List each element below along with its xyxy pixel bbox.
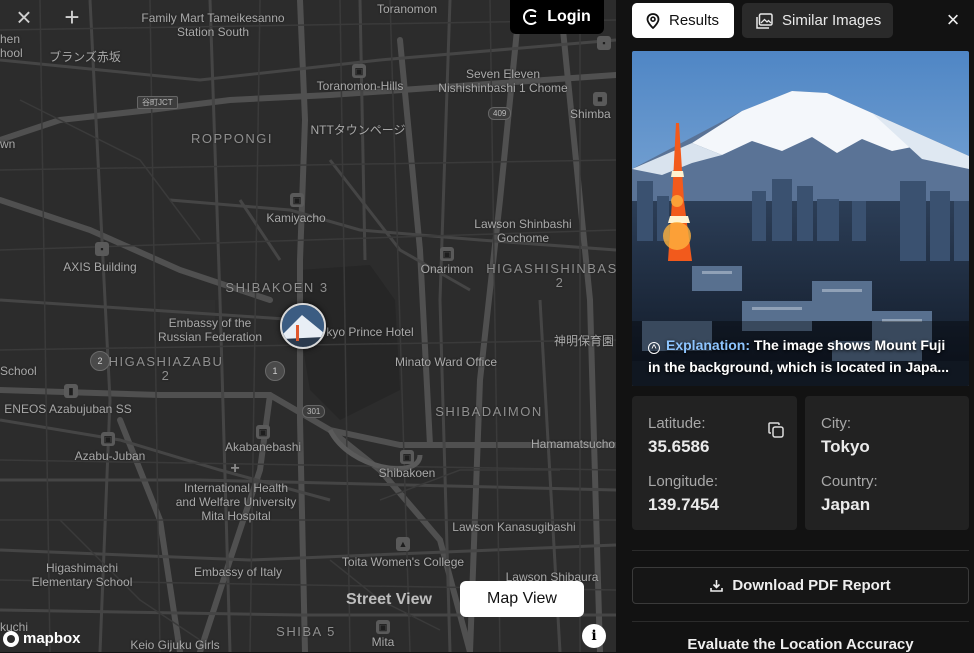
city-value: Tokyo [821, 437, 870, 456]
label-burands: ブランズ赤坂 [49, 50, 121, 64]
label-school-top: hool [0, 46, 23, 60]
station-icon: ▣ [101, 432, 115, 446]
results-panel: Results Similar Images × ^ Explanation: … [616, 0, 974, 653]
school-icon: ▲ [396, 537, 410, 551]
label-shimba: Shimba [570, 107, 611, 121]
station-icon: ▣ [352, 64, 366, 78]
station-icon: ▣ [376, 620, 390, 634]
mapbox-logo: mapbox [3, 630, 81, 647]
district-shibakoen3: SHIBAKOEN 3 [225, 280, 329, 295]
evaluate-heading: Evaluate the Location Accuracy [687, 636, 914, 653]
label-school-left: School [0, 364, 37, 378]
tab-results[interactable]: Results [632, 3, 734, 38]
poi-higashimachi-school: Higashimachi Elementary School [31, 561, 133, 589]
info-icon[interactable]: i [582, 624, 606, 648]
login-label: Login [547, 8, 591, 25]
poi-embassy-russia: Embassy of the Russian Federation [157, 316, 263, 344]
location-pin-icon [646, 12, 660, 29]
coordinates-card: Latitude: 35.6586 Longitude: 139.7454 [632, 396, 797, 530]
explanation-label: Explanation: [666, 337, 751, 353]
district-roppongi: ROPPONGI [190, 131, 274, 146]
poi-embassy-italy: Embassy of Italy [193, 565, 283, 579]
fuel-icon: ▮ [64, 384, 78, 398]
images-icon [756, 12, 773, 29]
district-higashiazabu: HIGASHIAZABU 2 [108, 354, 224, 383]
login-logo-icon [523, 9, 540, 25]
download-pdf-button[interactable]: Download PDF Report [632, 567, 969, 604]
label-kamiyacho: Kamiyacho [266, 211, 326, 225]
country-label: Country: [821, 473, 878, 490]
mapbox-label: mapbox [23, 630, 81, 647]
label-toranomon-hills: Toranomon-Hills [316, 79, 404, 93]
street-view-button[interactable]: Street View [346, 591, 432, 609]
poi-keio-girls: Keio Gijuku Girls [130, 638, 220, 652]
route-marker-1: 1 [265, 361, 285, 381]
mapbox-icon [3, 630, 19, 647]
chevron-up-icon[interactable]: ^ [648, 342, 660, 354]
poi-iuhw-hospital: International Health and Welfare Univers… [175, 481, 297, 523]
latitude-label: Latitude: [648, 415, 706, 432]
explanation-text: ^ Explanation: The image shows Mount Fuji… [648, 334, 958, 378]
poi-toita-college: Toita Women's College [341, 555, 465, 569]
poi-eneos: ENEOS Azabujuban SS [4, 402, 132, 416]
divider [632, 621, 969, 622]
country-value: Japan [821, 495, 871, 514]
label-hen: hen [0, 32, 21, 46]
label-axis-building: AXIS Building [63, 260, 137, 274]
road-shield-301: 301 [302, 405, 326, 418]
road-shield-tanijct: 谷町JCT [137, 96, 178, 109]
poi-lawson-shinbashi: Lawson Shinbashi Gochome [474, 217, 572, 245]
label-shibakoen: Shibakoen [378, 466, 436, 480]
label-toranomon: Toranomon [376, 2, 438, 16]
marker-thumbnail [282, 305, 324, 347]
store-icon: ■ [593, 92, 607, 106]
poi-lawson-kanasugibashi: Lawson Kanasugibashi [452, 520, 576, 534]
tab-similar-images[interactable]: Similar Images [742, 3, 893, 38]
label-azabu-juban: Azabu-Juban [74, 449, 146, 463]
plus-icon[interactable]: + [60, 4, 84, 30]
download-label: Download PDF Report [732, 577, 891, 594]
label-wn: wn [0, 137, 16, 151]
copy-icon[interactable] [768, 422, 784, 438]
poi-seven-eleven: Seven Eleven Nishishinbashi 1 Chome [438, 67, 568, 95]
building-icon: ▪ [597, 36, 611, 50]
latitude-value: 35.6586 [648, 437, 710, 456]
label-ntt: NTTタウンページ [310, 123, 406, 137]
district-shibadaimon: SHIBADAIMON [435, 404, 543, 419]
poi-jinmei: 神明保育園 [554, 334, 615, 348]
city-label: City: [821, 415, 851, 432]
close-icon[interactable]: × [12, 4, 36, 30]
hospital-icon: + [230, 460, 240, 477]
district-shiba5: SHIBA 5 [276, 624, 336, 639]
road-shield-409: 409 [488, 107, 512, 120]
route-marker-2: 2 [90, 351, 110, 371]
station-icon: ▣ [290, 193, 304, 207]
shop-icon: ▪ [95, 242, 109, 256]
download-icon [710, 580, 724, 592]
label-akabanebashi: Akabanebashi [224, 440, 302, 454]
label-hamamatsucho: Hamamatsucho [531, 437, 616, 451]
close-icon[interactable]: × [942, 9, 964, 31]
label-mita: Mita [371, 635, 395, 649]
station-icon: ▣ [400, 450, 414, 464]
login-button[interactable]: Login [510, 0, 604, 34]
longitude-value: 139.7454 [648, 495, 719, 514]
tab-similar-label: Similar Images [782, 12, 882, 29]
divider [632, 550, 969, 551]
station-icon: ▣ [440, 247, 454, 261]
longitude-label: Longitude: [648, 473, 719, 490]
label-onarimon: Onarimon [420, 262, 474, 276]
map-view-button[interactable]: Map View [460, 581, 584, 617]
map-canvas[interactable]: Family Mart Tameikesanno Station South T… [0, 0, 616, 652]
poi-minato-ward: Minato Ward Office [394, 355, 498, 369]
place-card: City: Tokyo Country: Japan [805, 396, 969, 530]
tab-results-label: Results [669, 12, 720, 29]
location-marker[interactable] [280, 303, 326, 349]
district-higashishinbashi: HIGASHISHINBASHI 2 [486, 261, 616, 290]
station-icon: ▣ [256, 425, 270, 439]
poi-family-mart: Family Mart Tameikesanno Station South [141, 11, 285, 39]
poi-prince-hotel: kyo Prince Hotel [326, 325, 414, 339]
result-image[interactable]: ^ Explanation: The image shows Mount Fuji… [632, 51, 969, 386]
